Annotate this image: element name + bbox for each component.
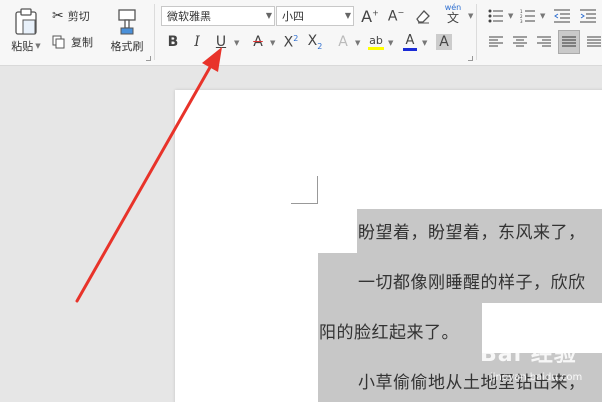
superscript-icon: X2: [283, 33, 299, 51]
font-name-value: 微软雅黑: [167, 10, 211, 23]
align-center-button[interactable]: [510, 32, 530, 52]
subscript-icon: X2: [307, 33, 323, 51]
pinyin-guide-button[interactable]: wén 文: [440, 4, 466, 25]
chevron-down-icon: ▼: [265, 11, 272, 20]
font-color-button[interactable]: A: [400, 32, 420, 52]
font-name-dropdown[interactable]: 微软雅黑 ▼: [161, 6, 275, 26]
clipboard-icon: [15, 8, 37, 35]
underline-button[interactable]: U: [211, 32, 231, 52]
clipboard-group-launcher[interactable]: [146, 56, 151, 61]
watermark-logo: Bai 经验: [480, 342, 577, 367]
chevron-down-icon[interactable]: ▼: [270, 39, 275, 47]
margin-mark: [291, 203, 318, 204]
clear-format-button[interactable]: [413, 6, 433, 26]
align-left-icon: [489, 36, 503, 47]
strikethrough-icon: A: [253, 34, 263, 50]
document-line[interactable]: 一切都像刚睡醒的样子，欣欣: [358, 268, 586, 293]
scissors-icon: ✂: [52, 8, 64, 24]
increase-indent-button[interactable]: [578, 6, 598, 26]
highlight-icon: ab: [369, 33, 383, 47]
highlight-button[interactable]: ab: [366, 32, 386, 52]
underline-icon: U: [215, 34, 227, 50]
paintbrush-icon: [118, 9, 136, 35]
copy-label: 复制: [71, 36, 93, 49]
align-right-icon: [537, 36, 551, 47]
pinyin-char-icon: 文: [446, 11, 459, 25]
text-effect-icon: A: [338, 34, 348, 50]
chevron-down-icon[interactable]: ▼: [388, 39, 393, 47]
align-center-icon: [513, 36, 527, 47]
distributed-align-button[interactable]: [584, 32, 602, 52]
chevron-down-icon[interactable]: ▼: [234, 39, 239, 47]
chevron-down-icon: ▼: [35, 42, 41, 50]
align-right-button[interactable]: [534, 32, 554, 52]
decrease-indent-button[interactable]: [552, 6, 572, 26]
increase-indent-icon: [580, 9, 596, 23]
strikethrough-button[interactable]: A: [248, 32, 268, 52]
watermark-url: jingyan.baidu.com: [490, 372, 583, 383]
cut-label: 剪切: [67, 10, 90, 23]
font-color-bar: [403, 47, 417, 51]
character-shading-button[interactable]: A: [434, 32, 454, 52]
bullet-list-button[interactable]: [486, 6, 506, 26]
font-size-value: 小四: [282, 10, 304, 23]
align-left-button[interactable]: [486, 32, 506, 52]
highlight-color-bar: [368, 46, 384, 50]
chevron-down-icon[interactable]: ▼: [540, 12, 545, 20]
cut-button[interactable]: ✂ 剪切: [52, 6, 102, 26]
justify-button[interactable]: [558, 30, 580, 54]
character-shading-icon: A: [436, 34, 452, 50]
shrink-font-icon: A−: [387, 7, 405, 25]
grow-font-icon: A+: [361, 6, 379, 26]
superscript-button[interactable]: X2: [281, 32, 301, 52]
bold-icon: B: [167, 34, 179, 50]
chevron-down-icon[interactable]: ▼: [468, 12, 473, 20]
bold-button[interactable]: B: [163, 32, 183, 52]
margin-mark: [317, 176, 318, 204]
bullet-list-icon: [488, 9, 503, 23]
grow-font-button[interactable]: A+: [360, 6, 380, 26]
document-line[interactable]: 盼望着，盼望着，东风来了，: [358, 218, 586, 243]
format-painter-button[interactable]: 格式刷: [106, 4, 148, 58]
chevron-down-icon[interactable]: ▼: [508, 12, 513, 20]
numbered-list-button[interactable]: 1 2 3: [518, 6, 538, 26]
paste-button[interactable]: 粘贴 ▼: [6, 4, 46, 58]
document-line[interactable]: 阳的脸红起来了。: [319, 318, 459, 343]
format-painter-label: 格式刷: [110, 40, 144, 53]
justify-icon: [562, 36, 576, 47]
divider: [154, 4, 155, 60]
copy-button[interactable]: 复制: [52, 32, 102, 52]
chevron-down-icon[interactable]: ▼: [355, 39, 360, 47]
subscript-button[interactable]: X2: [305, 32, 325, 52]
font-size-dropdown[interactable]: 小四 ▼: [276, 6, 354, 26]
numbered-list-icon: 1 2 3: [520, 9, 535, 23]
chevron-down-icon[interactable]: ▼: [422, 39, 427, 47]
font-color-icon: A: [405, 32, 415, 48]
italic-button[interactable]: I: [187, 32, 207, 52]
divider: [476, 4, 477, 60]
font-group-launcher[interactable]: [468, 56, 473, 61]
chevron-down-icon: ▼: [344, 11, 351, 20]
shrink-font-button[interactable]: A−: [386, 6, 406, 26]
distributed-align-icon: [587, 36, 601, 47]
italic-icon: I: [194, 34, 200, 50]
paste-label: 粘贴: [11, 40, 34, 53]
copy-icon: [52, 35, 65, 49]
text-effect-button[interactable]: A: [333, 32, 353, 52]
ribbon-toolbar: 粘贴 ▼ ✂ 剪切 复制 格式刷 微软雅黑 ▼ 小四 ▼ A+ A− wén 文…: [0, 0, 602, 66]
decrease-indent-icon: [554, 9, 570, 23]
svg-text:3: 3: [520, 19, 523, 23]
eraser-icon: [416, 10, 430, 24]
